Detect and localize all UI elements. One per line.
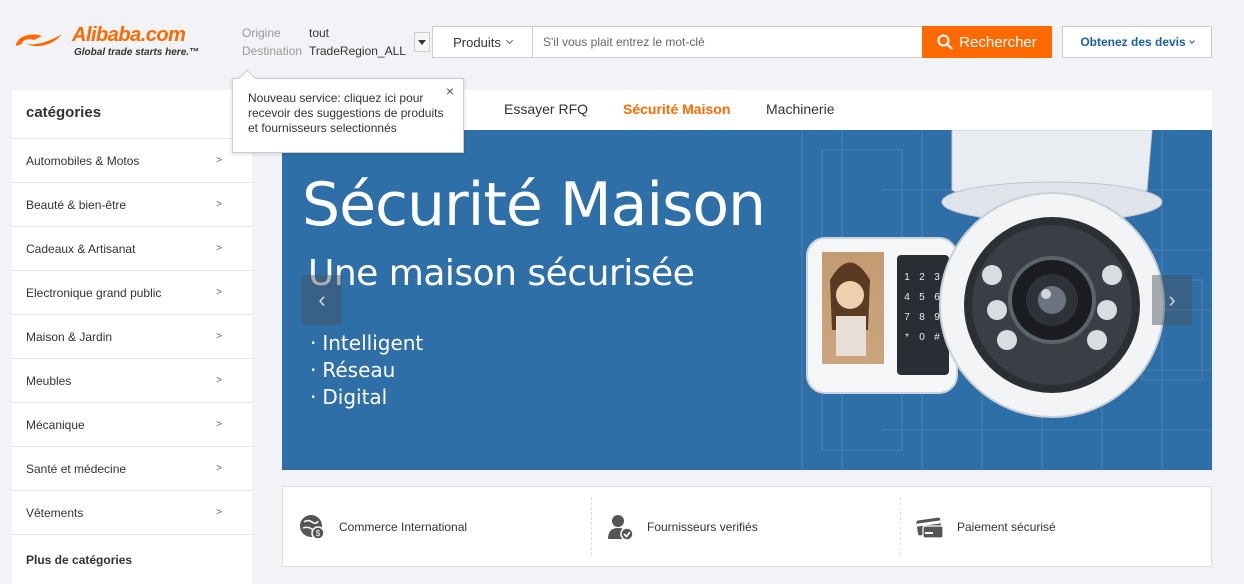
chevron-right-icon: > <box>216 507 222 518</box>
search-category-label: Produits <box>453 34 501 50</box>
sidebar-title: catégories <box>12 90 252 139</box>
keypad-key: 4 <box>904 292 910 303</box>
hero-banner[interactable]: Sécurité Maison Une maison sécurisée · In… <box>282 130 1212 470</box>
tooltip-text-line-1: Nouveau service: cliquez ici pour <box>248 91 424 105</box>
region-dropdown-button[interactable] <box>414 32 430 52</box>
globe-dollar-icon: $ <box>297 512 327 542</box>
features-bar: $ Commerce International Fournisseurs ve… <box>282 486 1212 567</box>
search-category-select[interactable]: Produits <box>433 27 533 57</box>
sidebar-item-maison-jardin[interactable]: Maison & Jardin > <box>12 315 252 359</box>
carousel-next-button[interactable]: › <box>1152 275 1192 325</box>
feature-label: Commerce International <box>339 519 468 534</box>
chevron-down-icon <box>1188 37 1195 44</box>
chevron-right-icon: > <box>216 199 222 210</box>
destination-value: TradeRegion_ALL <box>309 44 406 58</box>
more-categories-link[interactable]: Plus de catégories <box>12 535 252 579</box>
chevron-right-icon: > <box>216 287 222 298</box>
feature-label: Fournisseurs verifiés <box>647 519 758 534</box>
tab-essayer-rfq[interactable]: Essayer RFQ <box>504 90 588 130</box>
sidebar-item-automobiles[interactable]: Automobiles & Motos > <box>12 139 252 183</box>
security-camera-product-image: 1 2 3 4 5 6 7 8 9 * 0 # <box>806 130 1165 418</box>
tab-machinerie[interactable]: Machinerie <box>766 90 834 130</box>
chevron-right-icon: > <box>216 375 222 386</box>
header: Alibaba.com Global trade starts here.™ O… <box>0 0 1244 84</box>
sidebar-item-vetements[interactable]: Vêtements > <box>12 491 252 535</box>
logo-mark-icon <box>16 34 62 47</box>
search-button-label: Rechercher <box>959 33 1037 51</box>
get-quotes-button[interactable]: Obtenez des devis <box>1062 26 1212 58</box>
tooltip-text-line-3: et fournisseurs selectionnés <box>248 121 397 135</box>
sidebar-item-sante[interactable]: Santé et médecine > <box>12 447 252 491</box>
banner-bullet-item: · Digital <box>310 385 388 409</box>
chevron-right-icon: > <box>216 419 222 430</box>
chevron-right-icon: > <box>216 155 222 166</box>
sidebar-item-cadeaux[interactable]: Cadeaux & Artisanat > <box>12 227 252 271</box>
svg-text:$: $ <box>316 529 321 538</box>
carousel-prev-button[interactable]: ‹ <box>302 275 342 325</box>
keypad-key: 3 <box>934 272 940 283</box>
search-icon <box>937 34 953 50</box>
keypad-key: 0 <box>919 332 925 343</box>
verified-supplier-icon <box>605 512 635 542</box>
close-icon[interactable]: × <box>446 84 454 99</box>
sidebar-item-label: Maison & Jardin <box>26 329 113 344</box>
chevron-down-icon <box>505 36 513 45</box>
secure-payment-card-icon <box>915 512 945 542</box>
chevron-right-icon: > <box>216 463 222 474</box>
origin-label: Origine <box>242 26 281 40</box>
banner-subtitle: Une maison sécurisée <box>308 253 695 294</box>
sidebar-item-beaute[interactable]: Beauté & bien-être > <box>12 183 252 227</box>
feature-commerce-international[interactable]: $ Commerce International <box>297 487 467 566</box>
chevron-right-icon: > <box>216 331 222 342</box>
feature-label: Paiement sécurisé <box>957 519 1056 534</box>
region-selector[interactable]: Origine tout Destination TradeRegion_ALL <box>242 24 406 60</box>
banner-bullet-item: · Intelligent <box>310 331 424 355</box>
keypad-key: * <box>905 332 909 343</box>
logo-tagline: Global trade starts here.™ <box>74 47 200 58</box>
destination-label: Destination <box>242 44 303 58</box>
keypad-key: 8 <box>919 312 925 323</box>
divider <box>591 497 592 555</box>
search-button[interactable]: Rechercher <box>922 26 1052 58</box>
tab-securite-maison[interactable]: Sécurité Maison <box>623 90 730 130</box>
sidebar-item-label: Beauté & bien-être <box>26 197 127 212</box>
banner-bullet-text: Réseau <box>322 358 396 382</box>
categories-sidebar: catégories Automobiles & Motos > Beauté &… <box>12 90 252 584</box>
tooltip-text-line-2: recevoir des suggestions de produits <box>248 106 444 120</box>
alibaba-logo[interactable]: Alibaba.com Global trade starts here.™ <box>12 22 212 62</box>
get-quotes-label: Obtenez des devis <box>1080 35 1186 49</box>
search-input[interactable] <box>533 27 922 57</box>
sidebar-item-electronique[interactable]: Electronique grand public > <box>12 271 252 315</box>
sidebar-item-label: Meubles <box>26 373 72 388</box>
sidebar-item-label: Mécanique <box>26 417 85 432</box>
divider <box>900 497 901 555</box>
sidebar-item-meubles[interactable]: Meubles > <box>12 359 252 403</box>
sidebar-item-label: Vêtements <box>26 505 84 520</box>
sidebar-item-label: Cadeaux & Artisanat <box>26 241 136 256</box>
keypad-key: # <box>934 332 940 343</box>
sidebar-item-label: Automobiles & Motos <box>26 153 140 168</box>
search-bar: Produits Rechercher <box>432 26 1052 58</box>
feature-fournisseurs-verifies[interactable]: Fournisseurs verifiés <box>605 487 758 566</box>
banner-title: Sécurité Maison <box>302 170 766 240</box>
logo-wordmark: Alibaba.com <box>72 24 186 46</box>
origin-value: tout <box>309 26 330 40</box>
sidebar-item-label: Santé et médecine <box>26 461 127 476</box>
chevron-right-icon: > <box>216 243 222 254</box>
banner-bullet-text: Intelligent <box>322 331 424 355</box>
keypad-key: 1 <box>904 272 910 283</box>
sidebar-item-label: Electronique grand public <box>26 285 162 300</box>
keypad-key: 5 <box>919 292 925 303</box>
keypad-key: 9 <box>934 312 940 323</box>
banner-bullet-item: · Réseau <box>310 358 396 382</box>
keypad-key: 7 <box>904 312 910 323</box>
banner-bullet-text: Digital <box>322 385 388 409</box>
feature-paiement-securise[interactable]: Paiement sécurisé <box>915 487 1056 566</box>
new-service-tooltip[interactable]: Nouveau service: cliquez ici pour recevo… <box>232 69 464 153</box>
caret-down-icon <box>418 39 426 45</box>
banner-bullets: · Intelligent · Réseau · Digital <box>310 330 423 411</box>
keypad-key: 2 <box>919 272 925 283</box>
sidebar-item-mecanique[interactable]: Mécanique > <box>12 403 252 447</box>
